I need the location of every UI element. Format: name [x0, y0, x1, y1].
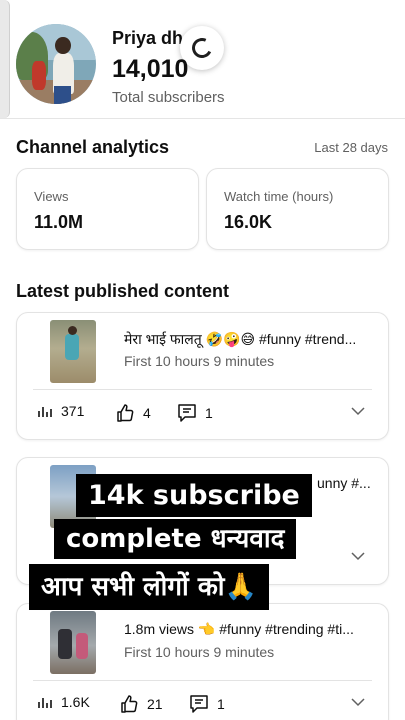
header-divider [0, 118, 405, 119]
video-card[interactable]: 1.8m views 👈 #funny #trending #ti... Fir… [16, 603, 389, 720]
views-stat: 371 [37, 403, 84, 419]
watch-time-label: Watch time (hours) [224, 189, 334, 204]
chevron-down-icon[interactable] [350, 403, 366, 419]
channel-avatar[interactable] [16, 24, 96, 104]
views-icon [38, 407, 52, 417]
comments-stat: 1 [189, 694, 225, 714]
video-card[interactable]: मेरा भाई फालतू 🤣🤪😅 #funny #trend... Firs… [16, 312, 389, 440]
overlay-line-1: 14k subscribe [76, 474, 312, 517]
views-card[interactable]: Views 11.0M [16, 168, 199, 250]
like-icon [117, 404, 134, 422]
comments-stat: 1 [177, 403, 213, 423]
row-divider [33, 680, 372, 681]
views-count: 1.6K [61, 694, 90, 710]
video-thumbnail[interactable] [50, 611, 96, 674]
comment-icon [178, 404, 196, 422]
comments-count: 1 [205, 405, 213, 421]
likes-stat: 21 [119, 694, 163, 714]
subscriber-label: Total subscribers [112, 89, 225, 106]
analytics-range[interactable]: Last 28 days [314, 140, 388, 155]
chevron-down-icon[interactable] [350, 548, 366, 564]
video-title[interactable]: unny #... [317, 475, 377, 491]
video-subtitle: First 10 hours 9 minutes [124, 644, 275, 660]
views-label: Views [34, 189, 69, 204]
video-title[interactable]: मेरा भाई फालतू 🤣🤪😅 #funny #trend... [124, 330, 374, 349]
views-stat: 1.6K [37, 694, 90, 710]
watch-time-card[interactable]: Watch time (hours) 16.0K [206, 168, 389, 250]
latest-content-title: Latest published content [16, 281, 230, 301]
views-icon [38, 698, 52, 708]
video-title[interactable]: 1.8m views 👈 #funny #trending #ti... [124, 621, 374, 638]
row-divider [33, 389, 372, 390]
video-thumbnail[interactable] [50, 320, 96, 383]
video-subtitle: First 10 hours 9 minutes [124, 353, 275, 369]
likes-count: 4 [143, 405, 151, 421]
spinner-icon [189, 35, 215, 61]
like-icon [121, 695, 138, 713]
analytics-title: Channel analytics [16, 137, 170, 157]
views-count: 371 [61, 403, 85, 419]
likes-stat: 4 [115, 403, 151, 423]
watch-time-value: 16.0K [224, 212, 273, 232]
views-value: 11.0M [34, 212, 84, 232]
likes-count: 21 [147, 696, 163, 712]
comments-count: 1 [217, 696, 225, 712]
side-panel-edge[interactable] [0, 0, 10, 118]
overlay-line-2: complete धन्यवाद [54, 519, 297, 559]
subscriber-count: 14,010 [112, 55, 189, 83]
chevron-down-icon[interactable] [350, 694, 366, 710]
comment-icon [190, 695, 208, 713]
overlay-line-3: आप सभी लोगों को🙏 [29, 564, 269, 610]
